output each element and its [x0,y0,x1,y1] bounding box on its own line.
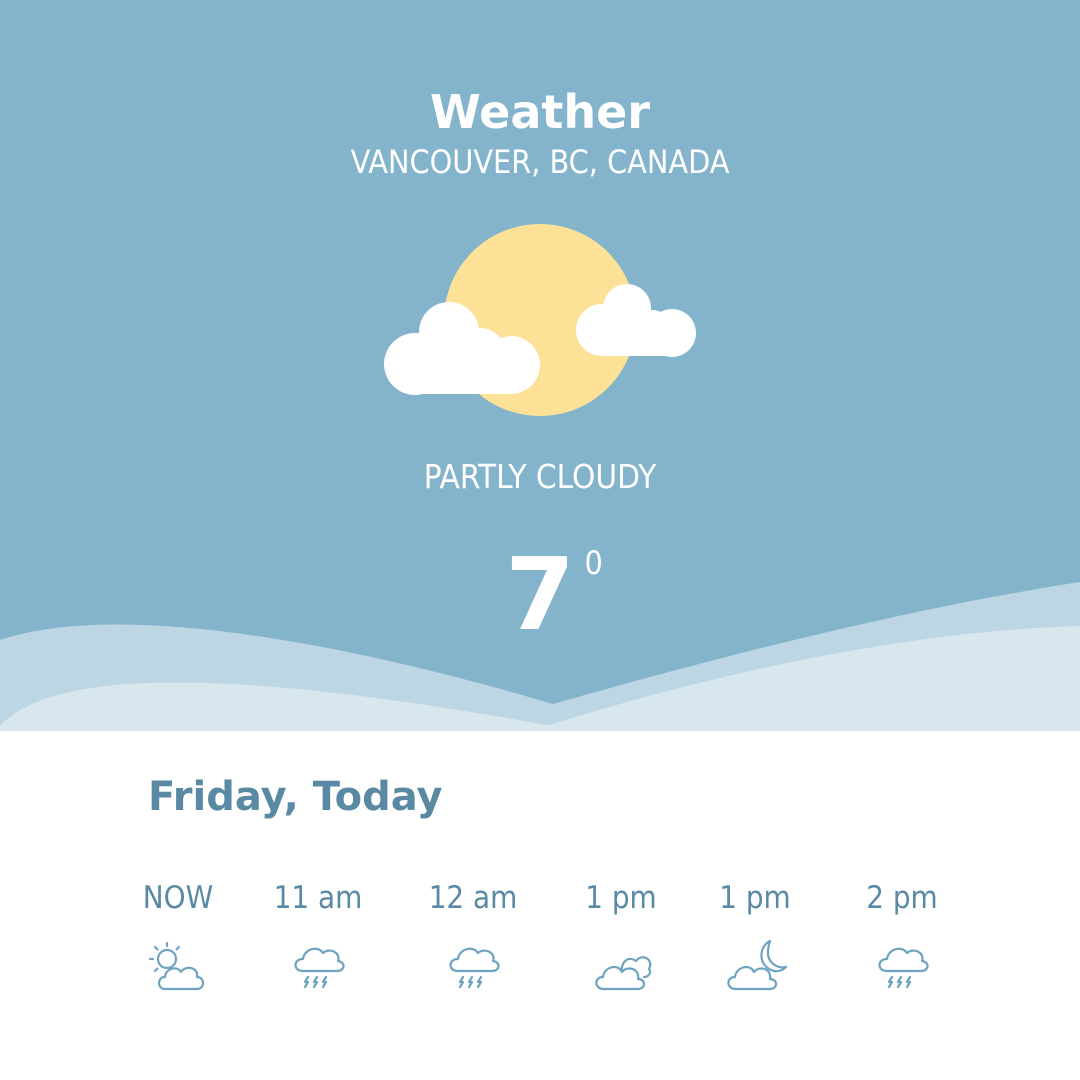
forecast-time: 1 pm [585,880,657,916]
forecast-time: 2 pm [866,880,938,916]
location-label: VANCOUVER, BC, CANADA [350,143,730,181]
thunderstorm-icon [449,947,500,989]
temperature-block: 7 0 [0,535,1080,655]
forecast-item-now[interactable]: NOW [108,875,248,995]
temperature-value: 7 [505,536,575,653]
hourly-forecast: NOW 11 am 12 am 1 pm 1 pm 2 pm [0,875,1080,1015]
app-title: Weather [430,85,650,139]
current-temperature: 7 0 [505,535,603,655]
hero-panel: Weather VANCOUVER, BC, CANADA PARTLY CLO… [0,0,1080,731]
day-heading: Friday, Today [148,774,443,820]
forecast-time: 11 am [273,880,363,916]
forecast-item-1pm-night[interactable]: 1 pm [685,875,825,995]
forecast-time: NOW [142,880,214,916]
partly-cloudy-icon [384,224,696,416]
moon-cloud-icon [727,939,788,991]
forecast-item-11am[interactable]: 11 am [248,875,388,995]
sun-cloud-icon [148,941,205,991]
forecast-time: 1 pm [719,880,791,916]
forecast-time: 12 am [428,880,518,916]
forecast-item-1pm[interactable]: 1 pm [551,875,691,995]
forecast-item-2pm[interactable]: 2 pm [832,875,972,995]
thunderstorm-icon [878,947,929,989]
condition-label: PARTLY CLOUDY [423,457,657,496]
forecast-item-12am[interactable]: 12 am [403,875,543,995]
thunderstorm-icon [294,947,345,989]
degree-mark: 0 [584,544,603,582]
cloudy-icon [595,956,652,991]
